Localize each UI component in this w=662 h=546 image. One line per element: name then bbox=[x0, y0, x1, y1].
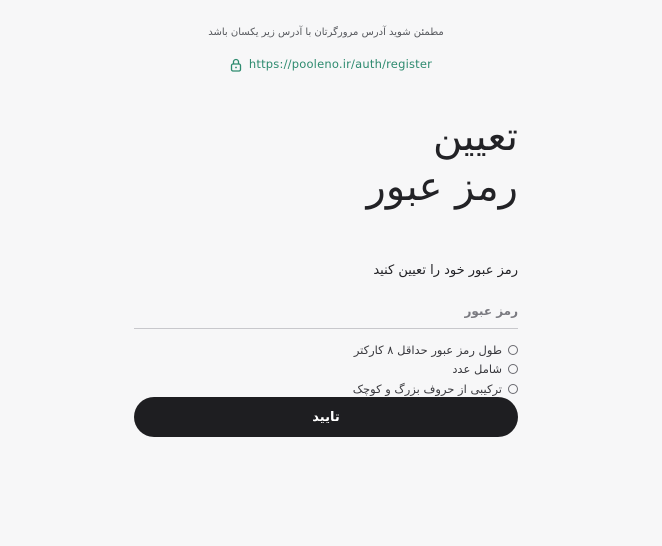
address-url: https://pooleno.ir/auth/register bbox=[248, 57, 433, 71]
address-notice: مطمئن شوید آدرس مرورگرتان با آدرس زیر یک… bbox=[208, 27, 444, 38]
password-field[interactable] bbox=[134, 294, 518, 329]
rule-min-length: طول رمز عبور حداقل ۸ کارکتر bbox=[353, 340, 518, 360]
password-input[interactable] bbox=[134, 294, 518, 328]
rule-mixed-case-label: ترکیبی از حروف بزرگ و کوچک bbox=[352, 381, 502, 396]
rule-contains-number-radio-icon bbox=[508, 364, 518, 375]
address-row: https://pooleno.ir/auth/register bbox=[0, 57, 662, 72]
rule-mixed-case-radio-icon bbox=[508, 383, 518, 394]
page-title: تعیین رمز عبور bbox=[218, 112, 518, 212]
submit-button[interactable]: تایید bbox=[134, 397, 518, 437]
rule-min-length-label: طول رمز عبور حداقل ۸ کارکتر bbox=[353, 342, 502, 357]
rule-contains-number: شامل عدد bbox=[353, 360, 518, 380]
page-title-line-2: رمز عبور bbox=[366, 164, 518, 210]
lock-icon bbox=[230, 57, 242, 72]
password-rules: طول رمز عبور حداقل ۸ کارکتر شامل عدد ترک… bbox=[353, 340, 518, 399]
rule-mixed-case: ترکیبی از حروف بزرگ و کوچک bbox=[353, 379, 518, 399]
rule-min-length-radio-icon bbox=[508, 344, 518, 355]
form-subtitle: رمز عبور خود را تعیین کنید bbox=[373, 263, 518, 278]
page-title-line-1: تعیین bbox=[432, 114, 518, 160]
rule-contains-number-label: شامل عدد bbox=[452, 362, 502, 377]
